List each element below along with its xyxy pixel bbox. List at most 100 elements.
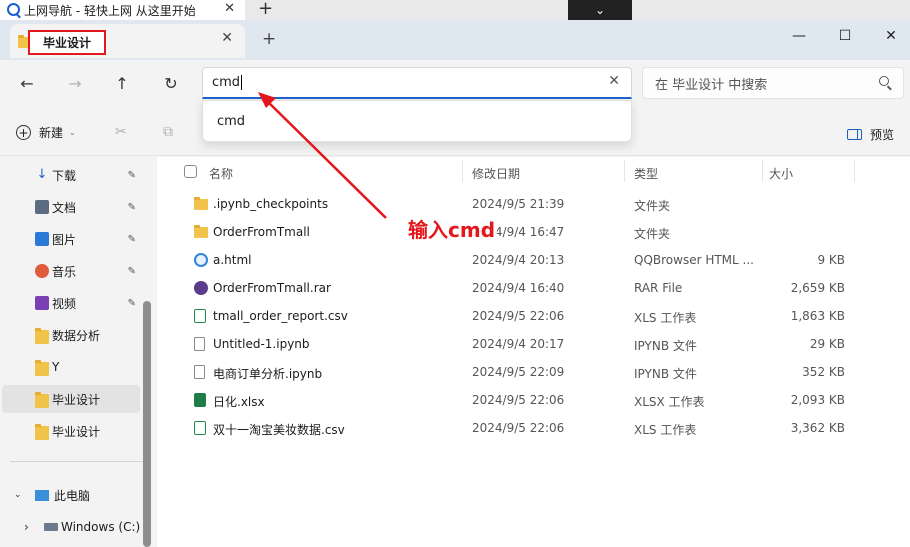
file-type: XLS 工作表 — [634, 311, 697, 325]
file-name: OrderFromTmall — [213, 225, 310, 239]
sidebar-item-graduation-design[interactable]: 毕业设计 — [2, 385, 140, 413]
file-type: IPYNB 文件 — [634, 367, 697, 381]
sidebar-item-music[interactable]: 音乐 ✎ — [2, 257, 140, 285]
explorer-tab-close-icon[interactable]: ✕ — [221, 30, 233, 46]
forward-button[interactable]: → — [61, 72, 89, 94]
folder-icon — [35, 424, 49, 440]
address-input-value[interactable]: cmd — [212, 75, 240, 90]
text-caret — [241, 75, 243, 90]
html-file-icon — [194, 253, 208, 267]
sidebar-item-label: 下载 — [52, 168, 77, 183]
rar-file-icon — [194, 281, 208, 295]
sidebar-item-graduation-design-2[interactable]: 毕业设计 — [2, 417, 140, 445]
sidebar-item-drive-c[interactable]: › Windows (C:) — [2, 513, 140, 541]
back-button[interactable]: ← — [13, 72, 41, 94]
close-window-button[interactable]: ✕ — [868, 20, 910, 52]
file-name: OrderFromTmall.rar — [213, 281, 331, 295]
plus-icon: + — [16, 125, 31, 140]
pin-icon: ✎ — [127, 201, 136, 213]
browser-tab[interactable]: 上网导航 - 轻快上网 从这里开始 ✕ — [0, 0, 245, 20]
explorer-tab[interactable]: 毕业设计 ✕ — [10, 24, 245, 58]
sidebar-item-videos[interactable]: 视频 ✎ — [2, 289, 140, 317]
table-row[interactable]: tmall_order_report.csv 2024/9/5 22:06 XL… — [157, 302, 910, 330]
copy-icon[interactable]: ⧉ — [163, 124, 173, 140]
sidebar-item-this-pc[interactable]: ⌄ 此电脑 — [2, 481, 140, 509]
browser-tab-close-icon[interactable]: ✕ — [224, 1, 235, 16]
column-header-size[interactable]: 大小 — [769, 165, 793, 182]
annotation-label: 输入cmd — [406, 214, 498, 243]
table-row[interactable]: OrderFromTmall 2024/9/4 16:47 文件夹 — [157, 218, 910, 246]
table-row[interactable]: a.html 2024/9/4 20:13 QQBrowser HTML ...… — [157, 246, 910, 274]
table-row[interactable]: 双十一淘宝美妆数据.csv 2024/9/5 22:06 XLS 工作表 3,3… — [157, 414, 910, 442]
table-row[interactable]: 日化.xlsx 2024/9/5 22:06 XLSX 工作表 2,093 KB — [157, 386, 910, 414]
ipynb-file-icon — [194, 337, 205, 351]
explorer-new-tab-button[interactable]: + — [262, 29, 276, 49]
preview-button[interactable]: 预览 — [846, 126, 894, 143]
file-date: 2024/9/5 22:06 — [472, 393, 565, 407]
folder-icon — [194, 225, 208, 238]
refresh-button[interactable]: ↻ — [157, 72, 185, 94]
browser-new-tab-button[interactable]: + — [258, 0, 273, 19]
minimize-button[interactable]: — — [776, 20, 822, 52]
sidebar-item-documents[interactable]: 文档 ✎ — [2, 193, 140, 221]
sidebar-item-label: 图片 — [52, 232, 77, 247]
up-button[interactable]: ↑ — [108, 72, 136, 94]
sidebar-item-downloads[interactable]: ↓ 下载 ✎ — [2, 161, 140, 189]
file-date: 2024/9/4 20:17 — [472, 337, 565, 351]
file-size: 1,863 KB — [790, 309, 845, 323]
file-size: 9 KB — [817, 253, 845, 267]
pin-icon: ✎ — [127, 233, 136, 245]
sidebar-item-y[interactable]: Y — [2, 353, 140, 381]
file-date: 2024/9/4 20:13 — [472, 253, 565, 267]
file-list: 名称 修改日期 类型 大小 .ipynb_checkpoints 2024/9/… — [157, 157, 910, 547]
column-header-date[interactable]: 修改日期 — [472, 165, 520, 182]
column-header-type[interactable]: 类型 — [634, 165, 658, 182]
maximize-button[interactable]: ☐ — [822, 20, 868, 52]
folder-icon — [35, 328, 49, 344]
sidebar-item-data-analysis[interactable]: 数据分析 — [2, 321, 140, 349]
suggestion-item[interactable]: cmd — [217, 114, 245, 129]
file-name: 电商订单分析.ipynb — [213, 367, 323, 381]
file-type: RAR File — [634, 281, 683, 295]
cut-icon[interactable]: ✂ — [115, 124, 127, 140]
chevron-down-icon: ⌄ — [594, 3, 606, 17]
file-date: 2024/9/5 22:06 — [472, 309, 565, 323]
browser-dropdown-button[interactable]: ⌄ — [568, 0, 632, 20]
chevron-right-icon[interactable]: › — [24, 520, 29, 534]
file-size: 352 KB — [802, 365, 845, 379]
file-type: XLSX 工作表 — [634, 395, 705, 409]
computer-icon — [35, 490, 49, 501]
pin-icon: ✎ — [127, 169, 136, 181]
select-all-checkbox[interactable] — [184, 165, 197, 178]
document-icon — [35, 200, 49, 214]
table-row[interactable]: 电商订单分析.ipynb 2024/9/5 22:09 IPYNB 文件 352… — [157, 358, 910, 386]
sidebar-item-pictures[interactable]: 图片 ✎ — [2, 225, 140, 253]
file-type: IPYNB 文件 — [634, 339, 697, 353]
sidebar-divider — [10, 461, 146, 462]
table-row[interactable]: Untitled-1.ipynb 2024/9/4 20:17 IPYNB 文件… — [157, 330, 910, 358]
file-name: 双十一淘宝美妆数据.csv — [213, 423, 345, 437]
column-divider — [762, 160, 763, 182]
explorer-tab-label: 毕业设计 — [28, 30, 106, 55]
search-placeholder: 在 毕业设计 中搜索 — [655, 77, 768, 93]
table-row[interactable]: OrderFromTmall.rar 2024/9/4 16:40 RAR Fi… — [157, 274, 910, 302]
new-button[interactable]: + 新建 ⌄ — [16, 124, 76, 141]
file-type: 文件夹 — [634, 227, 671, 241]
address-bar[interactable]: cmd ✕ — [202, 67, 632, 99]
chevron-down-icon[interactable]: ⌄ — [14, 490, 22, 500]
picture-icon — [35, 232, 49, 246]
table-row[interactable]: .ipynb_checkpoints 2024/9/5 21:39 文件夹 — [157, 190, 910, 218]
sidebar-scrollbar[interactable] — [143, 301, 151, 547]
column-divider — [854, 160, 855, 182]
file-date: 2024/9/5 22:06 — [472, 421, 565, 435]
sidebar-item-label: 文档 — [52, 200, 77, 215]
search-box[interactable]: 在 毕业设计 中搜索 — [642, 67, 904, 99]
folder-icon — [35, 392, 49, 408]
csv-file-icon — [194, 421, 206, 435]
address-suggestion-dropdown: cmd — [202, 100, 632, 142]
search-icon[interactable] — [879, 76, 889, 86]
clear-address-icon[interactable]: ✕ — [608, 73, 620, 89]
column-header-name[interactable]: 名称 — [209, 165, 233, 182]
sidebar-item-label: 数据分析 — [52, 328, 101, 343]
preview-pane-icon — [846, 129, 862, 140]
